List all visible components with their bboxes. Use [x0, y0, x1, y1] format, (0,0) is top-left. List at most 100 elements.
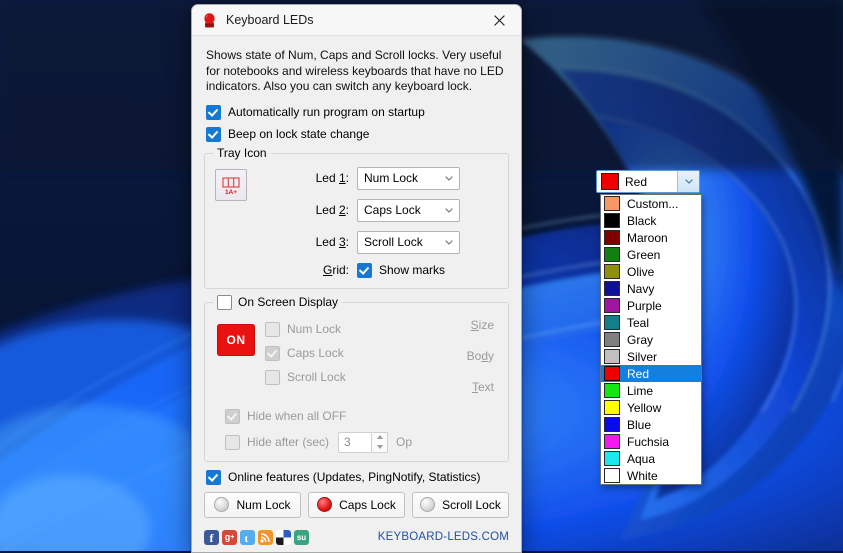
- caps-lock-button[interactable]: Caps Lock: [308, 491, 405, 518]
- osd-caps-lock-row[interactable]: Caps Lock: [265, 345, 346, 361]
- color-option-lime[interactable]: Lime: [601, 382, 701, 399]
- autostart-checkbox[interactable]: [206, 104, 221, 120]
- osd-preview-text: ON: [226, 332, 246, 347]
- color-swatch: [604, 315, 620, 330]
- color-option-maroon[interactable]: Maroon: [601, 229, 701, 246]
- color-option-fuchsia[interactable]: Fuchsia: [601, 433, 701, 450]
- led-1-select[interactable]: Num Lock: [357, 166, 460, 190]
- led-3-select[interactable]: Scroll Lock: [357, 230, 460, 254]
- osd-opacity-label: Op: [396, 435, 413, 449]
- caps-lock-indicator-icon: [317, 497, 333, 512]
- stumbleupon-icon[interactable]: su: [294, 529, 309, 545]
- online-features-checkbox[interactable]: [206, 469, 221, 485]
- color-option-label: Fuchsia: [627, 434, 670, 449]
- facebook-icon[interactable]: f: [204, 529, 219, 545]
- led-3-value: Scroll Lock: [364, 235, 423, 249]
- color-dropdown-list[interactable]: Custom... Black Maroon Green Olive Navy Purple…: [600, 194, 702, 485]
- color-option-white[interactable]: White: [601, 467, 701, 484]
- color-option-label: Navy: [627, 281, 655, 296]
- num-lock-indicator-icon: [214, 497, 230, 512]
- website-link[interactable]: KEYBOARD-LEDS.COM: [378, 531, 509, 543]
- stepper-down-icon[interactable]: [376, 444, 383, 449]
- twitter-icon[interactable]: t: [240, 529, 255, 545]
- color-swatch: [604, 332, 620, 347]
- autostart-checkbox-row[interactable]: Automatically run program on startup: [206, 104, 509, 120]
- color-option-red[interactable]: Red: [601, 365, 701, 382]
- color-option-teal[interactable]: Teal: [601, 314, 701, 331]
- led-2-select[interactable]: Caps Lock: [357, 198, 460, 222]
- lock-buttons: Num Lock Caps Lock Scroll Lock: [204, 491, 509, 518]
- hide-after-stepper[interactable]: [372, 431, 389, 453]
- hide-after-value: 3: [344, 435, 351, 449]
- delicious-icon[interactable]: [276, 529, 291, 545]
- color-option-navy[interactable]: Navy: [601, 280, 701, 297]
- scroll-lock-button[interactable]: Scroll Lock: [412, 491, 509, 518]
- osd-enable-checkbox[interactable]: [217, 294, 232, 310]
- online-features-row[interactable]: Online features (Updates, PingNotify, St…: [206, 469, 509, 485]
- hide-after-label: Hide after (sec): [247, 435, 330, 449]
- color-option-black[interactable]: Black: [601, 212, 701, 229]
- color-option-yellow[interactable]: Yellow: [601, 399, 701, 416]
- hide-when-all-off-checkbox[interactable]: [225, 408, 240, 424]
- osd-text-label: Text: [471, 379, 494, 394]
- color-option-silver[interactable]: Silver: [601, 348, 701, 365]
- chevron-down-icon: [438, 200, 459, 221]
- osd-scroll-lock-row[interactable]: Scroll Lock: [265, 369, 346, 385]
- rss-icon[interactable]: [258, 529, 273, 545]
- hide-when-all-off-row[interactable]: Hide when all OFF: [225, 408, 347, 424]
- grid-label: Grid:: [322, 263, 349, 277]
- osd-scroll-lock-checkbox[interactable]: [265, 369, 280, 385]
- color-option-label: Purple: [627, 298, 662, 313]
- color-swatch: [604, 247, 620, 262]
- close-button[interactable]: [477, 5, 521, 35]
- osd-num-lock-row[interactable]: Num Lock: [265, 321, 346, 337]
- show-marks-checkbox[interactable]: [357, 262, 372, 278]
- osd-caps-lock-checkbox[interactable]: [265, 345, 280, 361]
- color-option-green[interactable]: Green: [601, 246, 701, 263]
- led-2-row: Led 2: Caps Lock: [253, 198, 498, 222]
- osd-group: On Screen Display ON Num Lock Caps Lock: [204, 294, 509, 462]
- scroll-lock-button-label: Scroll Lock: [442, 497, 501, 512]
- description-text: Shows state of Num, Caps and Scroll lock…: [206, 48, 504, 93]
- color-option-label: Custom...: [627, 196, 679, 211]
- hide-after-input[interactable]: 3: [338, 431, 373, 453]
- color-option-blue[interactable]: Blue: [601, 416, 701, 433]
- color-option-purple[interactable]: Purple: [601, 297, 701, 314]
- beep-checkbox-row[interactable]: Beep on lock state change: [206, 126, 509, 142]
- beep-checkbox[interactable]: [206, 126, 221, 142]
- autostart-label: Automatically run program on startup: [228, 105, 425, 119]
- color-option-olive[interactable]: Olive: [601, 263, 701, 280]
- caps-lock-button-label: Caps Lock: [339, 497, 396, 512]
- color-option-label: Silver: [627, 349, 658, 364]
- osd-legend-label: On Screen Display: [238, 295, 339, 309]
- hide-after-checkbox[interactable]: [225, 434, 240, 450]
- color-swatch: [604, 298, 620, 313]
- color-option-aqua[interactable]: Aqua: [601, 450, 701, 467]
- color-swatch: [604, 264, 620, 279]
- color-option-label: Yellow: [627, 400, 662, 415]
- tray-icon-preview[interactable]: 1A+: [215, 168, 247, 201]
- color-swatch: [604, 434, 620, 449]
- google-plus-icon[interactable]: g +: [222, 529, 237, 545]
- chevron-down-icon[interactable]: [677, 171, 699, 192]
- led-1-row: Led 1: Num Lock: [253, 166, 498, 190]
- stepper-up-icon[interactable]: [376, 435, 383, 440]
- dialog-body: Shows state of Num, Caps and Scroll lock…: [192, 36, 521, 462]
- window-title: Keyboard LEDs: [226, 13, 314, 27]
- num-lock-button[interactable]: Num Lock: [204, 491, 301, 518]
- num-lock-button-label: Num Lock: [236, 497, 291, 512]
- hide-when-all-off-label: Hide when all OFF: [247, 409, 347, 423]
- footer: f g + t su KEYBOARD-LEDS.COM: [204, 529, 509, 545]
- osd-num-lock-checkbox[interactable]: [265, 321, 280, 337]
- color-option-gray[interactable]: Gray: [601, 331, 701, 348]
- color-option-custom[interactable]: Custom...: [601, 195, 701, 212]
- selected-color-swatch: [601, 173, 619, 190]
- osd-legend: On Screen Display: [213, 294, 343, 310]
- color-swatch: [604, 451, 620, 466]
- color-swatch: [604, 383, 620, 398]
- social-links: f g + t su: [204, 529, 309, 545]
- tray-color-select[interactable]: Red: [596, 170, 700, 193]
- color-swatch: [604, 281, 620, 296]
- led-1-label: Led 1:: [315, 171, 349, 185]
- chevron-down-icon: [438, 168, 459, 189]
